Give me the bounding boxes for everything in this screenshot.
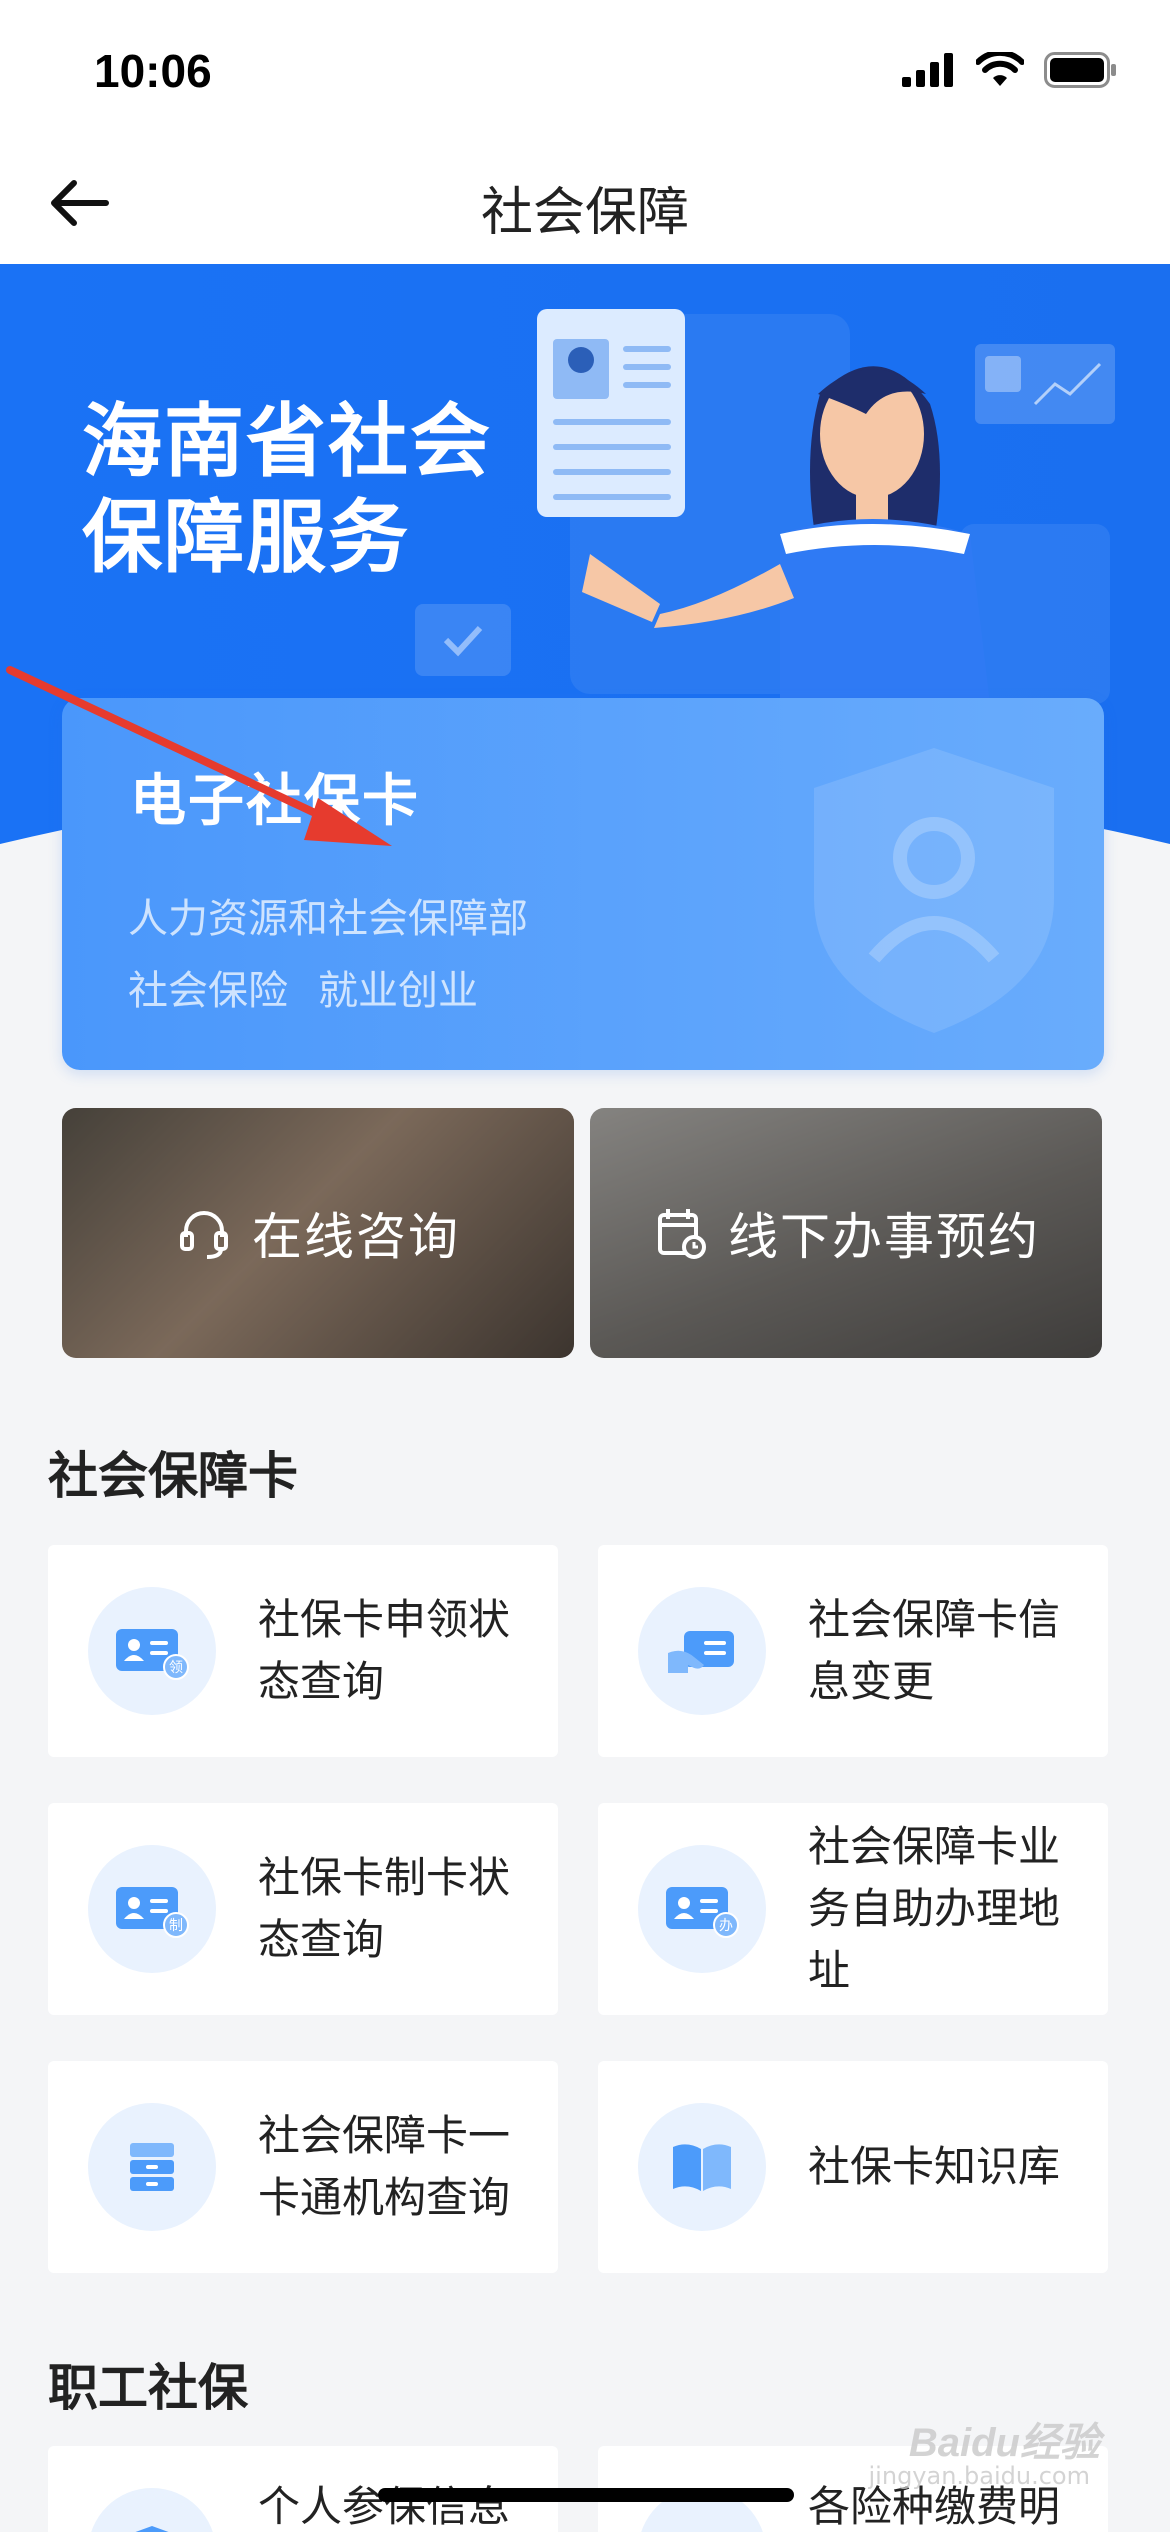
card-subtitle: 人力资源和社会保障部 [128, 896, 528, 942]
calendar-icon [658, 1209, 706, 1259]
card-tag: 就业创业 [318, 968, 478, 1014]
tile-label: 社保卡知识库 [808, 2142, 1061, 2191]
tile-card-make-status[interactable]: 制 社保卡制卡状态查询 [48, 1803, 558, 2015]
status-bar: 10:06 [0, 0, 1170, 140]
tile-card-apply-status[interactable]: 领 社保卡申领状态查询 [48, 1545, 558, 1757]
quick-action-label: 在线咨询 [252, 1208, 460, 1266]
id-card-make-icon: 制 [116, 1887, 189, 1938]
baidu-watermark: Baidu经验 [908, 2421, 1100, 2465]
svg-text:办: 办 [719, 1918, 733, 1934]
shield-user-watermark-icon [814, 748, 1054, 1033]
tile-knowledge-base[interactable]: 社保卡知识库 [598, 2061, 1108, 2273]
battery-icon [1044, 52, 1116, 88]
baidu-watermark-url: jingyan.baidu.com [868, 2462, 1090, 2490]
tile-label: 社会保障卡信息变更 [808, 1595, 1061, 1706]
signal-icon [902, 53, 953, 87]
online-consultation-button[interactable]: 在线咨询 [62, 1108, 574, 1358]
card-tag: 社会保险 [128, 968, 288, 1014]
hero-title: 海南省社会 保障服务 [82, 394, 492, 586]
section-title-employee-insurance: 职工社保 [48, 2359, 248, 2417]
page-title: 社会保障 [480, 183, 689, 243]
tile-label: 社保卡申领状态查询 [258, 1595, 511, 1706]
cabinet-icon [130, 2143, 174, 2191]
card-tags: 社会保险 就业创业 [128, 958, 478, 1016]
headset-icon [180, 1211, 228, 1259]
tile-card-info-change[interactable]: 社会保障卡信息变更 [598, 1545, 1108, 1757]
offline-appointment-button[interactable]: 线下办事预约 [590, 1108, 1102, 1358]
nav-bar: 社会保障 [0, 140, 1170, 264]
section-title-social-card: 社会保障卡 [48, 1447, 298, 1505]
id-card-apply-icon: 领 [116, 1629, 189, 1680]
card-edit-icon [668, 1631, 734, 1673]
wifi-icon [976, 52, 1024, 86]
tile-label: 社保卡制卡状态查询 [258, 1853, 511, 1964]
svg-text:制: 制 [169, 1918, 183, 1934]
status-time: 10:06 [94, 45, 212, 97]
home-indicator[interactable] [378, 2488, 794, 2502]
hero-title-line2: 保障服务 [82, 491, 410, 584]
card-title: 电子社保卡 [130, 769, 420, 834]
svg-text:领: 领 [169, 1660, 183, 1676]
payment-icon [670, 2520, 734, 2532]
status-icons [902, 52, 1118, 88]
hero-title-line1: 海南省社会 [82, 395, 492, 488]
id-card-handle-icon: 办 [666, 1887, 739, 1938]
shield-user-icon [135, 2526, 169, 2532]
tile-label: 社会保障卡业务自助办理地址 [808, 1822, 1061, 1995]
tile-label: 社会保障卡一卡通机构查询 [258, 2111, 511, 2222]
tile-self-service-address[interactable]: 办 社会保障卡业务自助办理地址 [598, 1803, 1108, 2015]
tile-one-card-institution[interactable]: 社会保障卡一卡通机构查询 [48, 2061, 558, 2273]
book-icon [673, 2144, 731, 2191]
e-social-security-card[interactable]: 电子社保卡 人力资源和社会保障部 社会保险 就业创业 [62, 698, 1104, 1070]
quick-action-label: 线下办事预约 [728, 1208, 1040, 1266]
